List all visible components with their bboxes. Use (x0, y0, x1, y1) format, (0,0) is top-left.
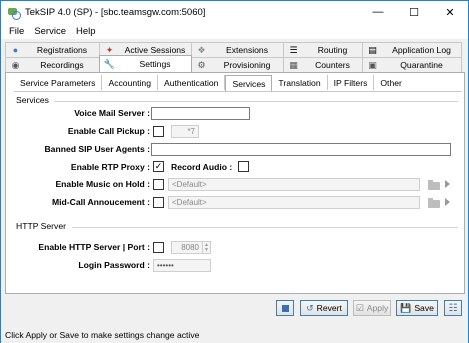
teksip-app-icon (7, 6, 21, 20)
voice-mail-server-input[interactable] (151, 107, 250, 120)
music-on-hold-checkbox[interactable] (153, 179, 164, 190)
subtab-service-parameters[interactable]: Service Parameters (14, 75, 103, 90)
menu-file[interactable]: File (4, 26, 29, 37)
login-password-label: Login Password : (78, 260, 150, 270)
tab-settings[interactable]: 🔧 Settings (99, 55, 192, 72)
apply-icon: ☑ (355, 302, 364, 313)
call-pickup-checkbox[interactable] (153, 126, 164, 137)
music-on-hold-label: Enable Music on Hold : (55, 179, 150, 189)
recordings-icon: ◉ (11, 59, 20, 70)
tab-registrations[interactable]: ● Registrations (5, 42, 100, 57)
group-divider (54, 101, 458, 102)
stop-icon (281, 304, 289, 312)
music-on-hold-input[interactable]: <Default> (168, 178, 420, 191)
banned-agents-input[interactable] (151, 143, 451, 156)
maximize-button[interactable]: ☐ (396, 1, 432, 23)
banned-agents-label: Banned SIP User Agents : (44, 144, 150, 154)
mid-call-checkbox[interactable] (153, 197, 164, 208)
minimize-button[interactable]: — (360, 1, 396, 23)
tab-application-log[interactable]: ▤ Application Log (362, 42, 462, 57)
rtp-proxy-label: Enable RTP Proxy : (70, 162, 150, 172)
users-icon: ● (12, 45, 19, 55)
subtab-authentication[interactable]: Authentication (158, 75, 226, 90)
menu-service[interactable]: Service (29, 26, 71, 37)
tab-routing[interactable]: ☰ Routing (283, 42, 363, 57)
apply-button[interactable]: ☑ Apply (353, 300, 391, 316)
voice-mail-server-label: Voice Mail Server : (74, 108, 150, 118)
tab-provisioning[interactable]: ⚙ Provisioning (191, 57, 284, 72)
puzzle-icon: ❖ (197, 44, 206, 55)
counters-icon: ▦ (289, 59, 298, 70)
http-group-title: HTTP Server (16, 221, 66, 231)
title-bar: TekSIP 4.0 (SP) - [sbc.teamsgw.com:5060]… (1, 1, 468, 23)
tab-quarantine[interactable]: ▣ Quarantine (362, 57, 462, 72)
settings-panel: Service Parameters Accounting Authentica… (5, 72, 465, 294)
quarantine-icon: ▣ (368, 59, 377, 70)
port-spinner[interactable]: ▲ ▼ (203, 241, 211, 254)
call-pickup-label: Enable Call Pickup : (67, 126, 150, 136)
routing-list-icon: ☰ (289, 44, 298, 55)
record-audio-label: Record Audio : (171, 162, 233, 172)
settings-subtabs: Service Parameters Accounting Authentica… (14, 75, 408, 91)
tab-row-bottom: ◉ Recordings 🔧 Settings ⚙ Provisioning ▦… (5, 55, 462, 72)
revert-button[interactable]: ↺ Revert (300, 300, 348, 316)
mid-call-folder-icon[interactable] (428, 198, 441, 208)
save-button[interactable]: 💾 Save (396, 300, 438, 316)
provisioning-icon: ⚙ (197, 59, 206, 70)
save-icon: 💾 (400, 302, 412, 313)
status-text: Click Apply or Save to make settings cha… (5, 330, 200, 340)
subtab-translation[interactable]: Translation (272, 75, 328, 90)
subtab-ip-filters[interactable]: IP Filters (328, 75, 375, 90)
stop-button[interactable] (276, 300, 294, 316)
close-button[interactable]: ✕ (432, 1, 468, 23)
mid-call-input[interactable]: <Default> (168, 196, 420, 209)
menu-help[interactable]: Help (71, 26, 101, 37)
sessions-icon: ✦ (105, 44, 114, 55)
login-password-input[interactable]: •••••• (153, 259, 211, 272)
status-bar: Click Apply or Save to make settings cha… (1, 327, 468, 343)
rtp-proxy-checkbox[interactable]: ✓ (153, 161, 164, 172)
tab-extensions[interactable]: ❖ Extensions (191, 42, 284, 57)
tab-counters[interactable]: ▦ Counters (283, 57, 363, 72)
checkmark-icon: ✓ (154, 161, 163, 171)
services-panel: Services Voice Mail Server : Enable Call… (14, 91, 462, 289)
mid-call-play-icon[interactable] (445, 198, 450, 206)
call-pickup-code-input[interactable]: *7 (171, 125, 199, 138)
menu-bar: File Service Help (1, 23, 468, 39)
subtab-other[interactable]: Other (374, 75, 408, 90)
group-divider (72, 227, 458, 228)
columns-icon: ☷ (448, 302, 458, 314)
columns-button[interactable]: ☷ (444, 300, 462, 316)
subtab-services[interactable]: Services (225, 75, 273, 91)
app-window: TekSIP 4.0 (SP) - [sbc.teamsgw.com:5060]… (0, 0, 469, 343)
subtab-accounting[interactable]: Accounting (102, 75, 158, 90)
music-play-icon[interactable] (445, 180, 450, 188)
http-enable-checkbox[interactable] (153, 242, 164, 253)
window-title: TekSIP 4.0 (SP) - [sbc.teamsgw.com:5060] (25, 6, 206, 18)
wrench-icon: 🔧 (103, 58, 116, 69)
tab-recordings[interactable]: ◉ Recordings (5, 57, 100, 72)
mid-call-label: Mid-Call Annoucement : (51, 197, 150, 207)
http-port-input[interactable]: 8080 (171, 241, 203, 254)
tab-row-top: ● Registrations ✦ Active Sessions ❖ Exte… (5, 42, 462, 57)
services-group-title: Services (16, 95, 49, 105)
revert-icon: ↺ (306, 302, 314, 313)
log-icon: ▤ (368, 44, 377, 55)
record-audio-checkbox[interactable] (238, 161, 249, 172)
music-folder-icon[interactable] (428, 180, 441, 190)
http-enable-label: Enable HTTP Server | Port : (38, 242, 150, 252)
